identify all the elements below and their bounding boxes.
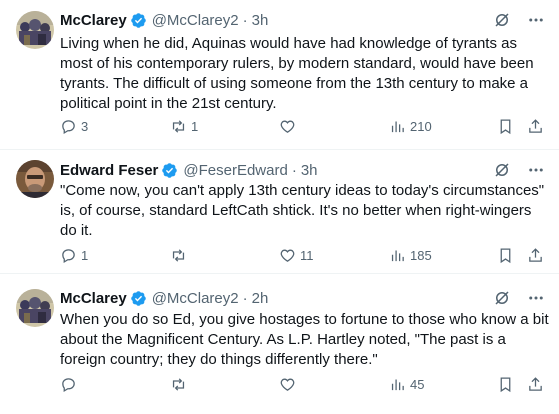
share-button[interactable] [527,247,544,264]
tweet-actions: 45 [60,376,550,396]
tweet-header: McClarey @McClarey2 · 3h [60,10,268,30]
separator-dot: · [291,161,297,179]
more-icon[interactable] [527,161,545,179]
tweet-1[interactable]: McClarey @McClarey2 · 3h Living when he … [0,0,559,150]
views-count: 45 [410,377,425,392]
reply-count: 3 [81,119,89,134]
bookmark-button[interactable] [497,247,514,264]
timestamp[interactable]: 2h [252,290,269,307]
share-icon [529,248,542,262]
tweet-actions: 3 1 210 [60,118,550,138]
like-icon [280,378,295,391]
like-icon [280,249,295,262]
separator-dot: · [242,11,248,29]
tweet-text: Living when he did, Aquinas would have h… [60,35,534,112]
reply-icon [62,378,75,393]
bookmark-button[interactable] [497,118,514,135]
views-button[interactable]: 45 [389,376,424,393]
timestamp[interactable]: 3h [301,162,318,179]
timestamp[interactable]: 3h [252,12,269,29]
author-name[interactable]: McClarey [60,12,127,29]
grok-icon[interactable] [493,161,511,179]
tweet-top-icons [493,288,545,308]
views-button[interactable]: 210 [389,118,432,135]
share-icon [529,377,542,391]
bookmark-icon [500,248,511,264]
reply-button[interactable]: 1 [60,247,88,264]
bookmark-icon [500,377,511,393]
reply-count: 1 [81,248,89,263]
views-icon [391,121,404,133]
verified-badge-icon [130,290,147,307]
author-handle[interactable]: @McClarey2 [152,12,239,29]
avatar-edward-feser[interactable] [16,160,54,198]
share-button[interactable] [527,376,544,393]
tweet-header: Edward Feser @FeserEdward · 3h [60,160,318,180]
author-name[interactable]: McClarey [60,290,127,307]
tweet-text: When you do so Ed, you give hostages to … [60,311,549,368]
views-count: 210 [410,119,432,134]
verified-badge-icon [130,12,147,29]
repost-icon [172,120,185,133]
repost-icon [172,378,185,391]
tweet-header: McClarey @McClarey2 · 2h [60,288,268,308]
views-count: 185 [410,248,432,263]
bookmark-button[interactable] [497,376,514,393]
tweet-actions: 1 11 185 [60,247,550,267]
like-button[interactable] [279,376,300,393]
repost-count: 1 [191,119,199,134]
like-count: 11 [300,248,314,263]
views-button[interactable]: 185 [389,247,432,264]
avatar-mcclarey[interactable] [16,11,54,49]
author-handle[interactable]: @McClarey2 [152,290,239,307]
tweet-top-icons [493,10,545,30]
reply-icon [62,249,75,264]
share-button[interactable] [527,118,544,135]
more-icon[interactable] [527,11,545,29]
repost-icon [172,249,185,262]
verified-badge-icon [161,162,178,179]
author-handle[interactable]: @FeserEdward [183,162,287,179]
tweet-text: "Come now, you can't apply 13th century … [60,182,545,239]
more-icon[interactable] [527,289,545,307]
separator-dot: · [242,289,248,307]
views-icon [391,250,404,262]
like-icon [280,120,295,133]
like-button[interactable]: 11 [279,247,314,264]
like-button[interactable] [279,118,300,135]
grok-icon[interactable] [493,289,511,307]
bookmark-icon [500,119,511,135]
reply-button[interactable]: 3 [60,118,88,135]
reply-button[interactable] [60,376,81,393]
repost-button[interactable]: 1 [170,118,198,135]
avatar-mcclarey[interactable] [16,289,54,327]
tweet-2[interactable]: Edward Feser @FeserEdward · 3h "Come now… [0,150,559,274]
repost-button[interactable] [170,247,191,264]
repost-button[interactable] [170,376,191,393]
reply-icon [62,120,75,135]
views-icon [391,379,404,391]
grok-icon[interactable] [493,11,511,29]
tweet-top-icons [493,160,545,180]
author-name[interactable]: Edward Feser [60,162,158,179]
tweet-3[interactable]: McClarey @McClarey2 · 2h When you do so … [0,274,559,414]
share-icon [529,119,542,133]
